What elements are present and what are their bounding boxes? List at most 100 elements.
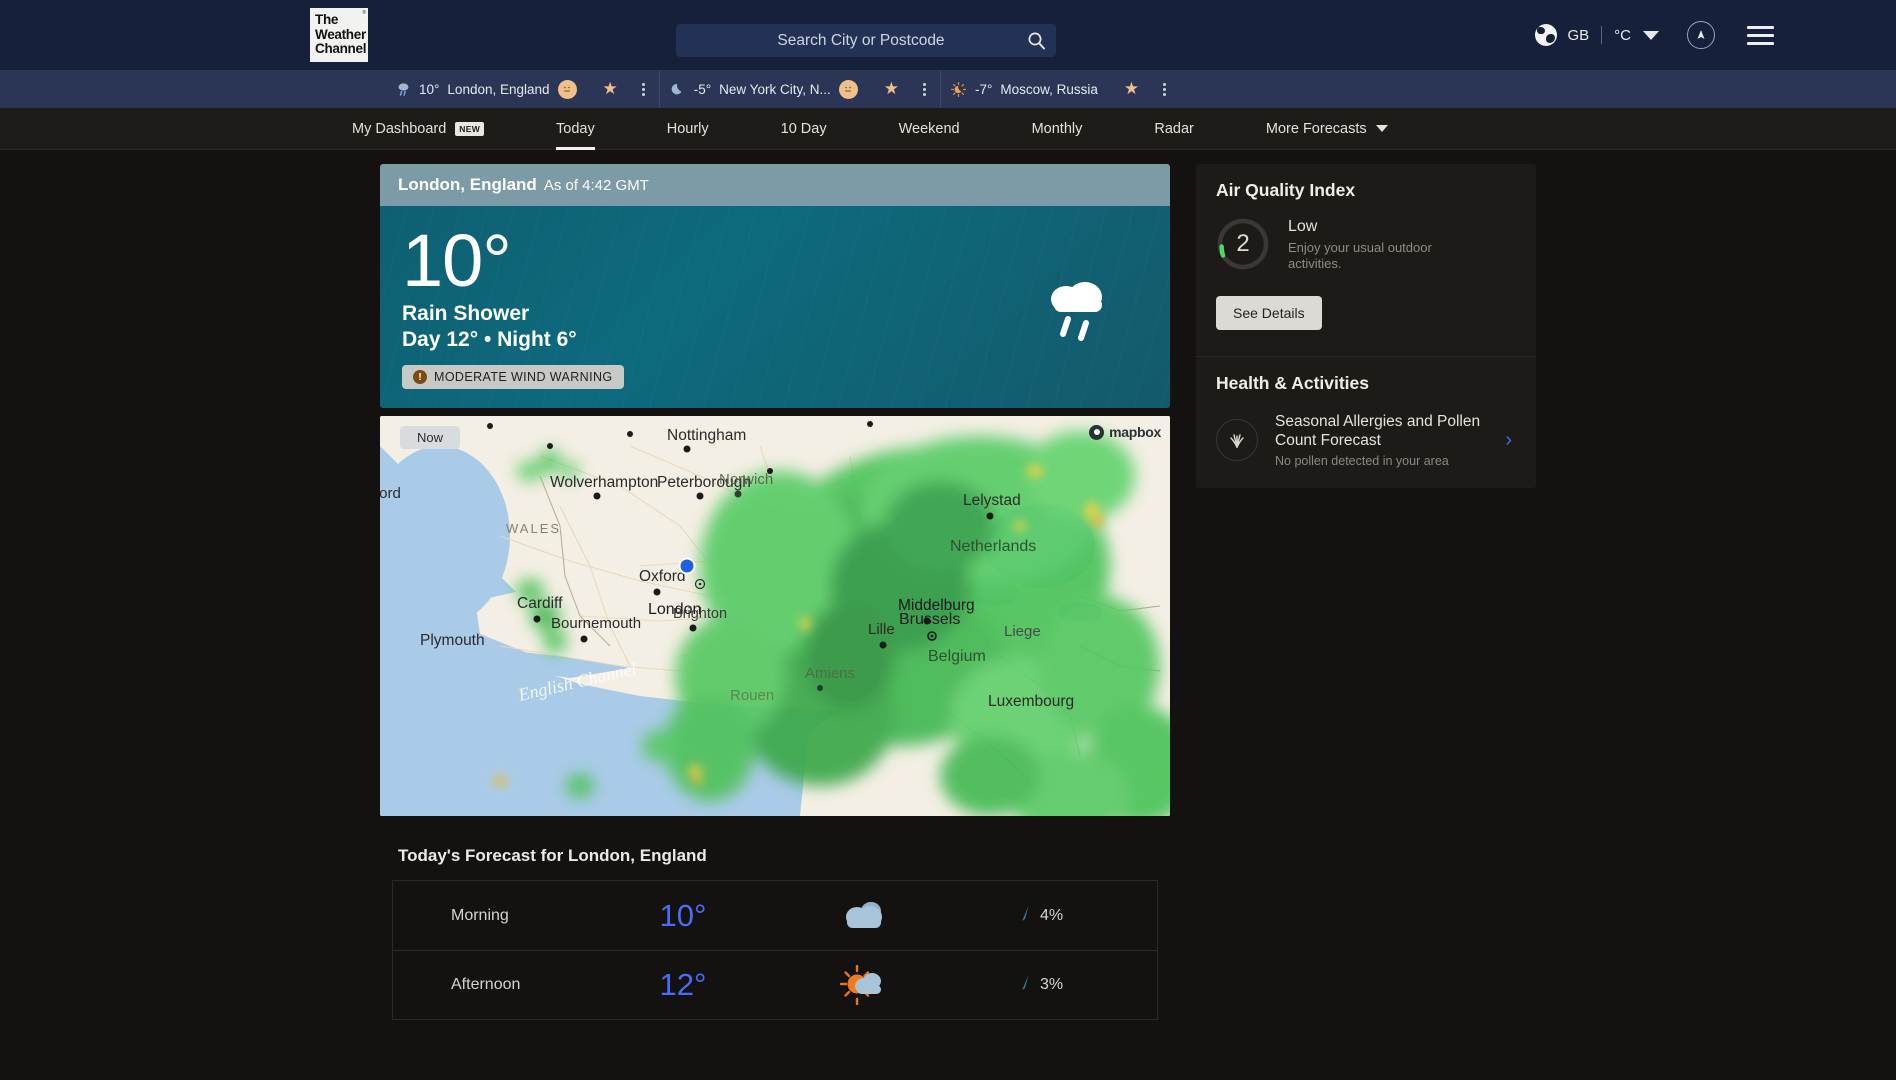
cloudy-icon — [763, 898, 963, 934]
face-icon — [838, 79, 858, 99]
chevron-down-icon — [1375, 125, 1388, 132]
tab-today[interactable]: Today — [556, 108, 595, 150]
radar-map[interactable]: Nottingham Wolverhampton Peterborough No… — [380, 416, 1170, 816]
hamburger-menu-icon[interactable] — [1747, 25, 1774, 45]
table-row[interactable]: Morning 10° 4% — [392, 880, 1158, 950]
weather-channel-logo[interactable]: ® The Weather Channel — [310, 8, 368, 62]
aqi-text-block: Low Enjoy your usual outdoor activities. — [1288, 217, 1473, 272]
svg-text:Liege: Liege — [1004, 623, 1041, 640]
tab-label: My Dashboard — [352, 120, 447, 137]
air-quality-title: Air Quality Index — [1216, 180, 1356, 200]
tab-label: Radar — [1154, 120, 1194, 137]
warning-text: MODERATE WIND WARNING — [434, 370, 613, 384]
svg-text:Amiens: Amiens — [805, 665, 855, 682]
current-conditions-header: London, England As of 4:42 GMT — [380, 164, 1170, 206]
forecast-title: Today's Forecast for London, England — [398, 846, 707, 865]
logo-line-3: Channel — [315, 41, 367, 57]
svg-text:Brussels: Brussels — [899, 611, 960, 628]
todays-forecast-section: Today's Forecast for London, England Mor… — [380, 834, 1170, 1020]
moon-icon — [670, 81, 686, 97]
chevron-right-icon[interactable]: › — [1505, 429, 1516, 452]
tab-label: Today — [556, 120, 595, 137]
table-row[interactable]: Afternoon 12° 3% — [392, 950, 1158, 1020]
tab-label: Hourly — [666, 120, 709, 137]
region-label[interactable]: GB — [1567, 27, 1589, 44]
rain-drop-icon — [395, 81, 411, 97]
main-column: London, England As of 4:42 GMT 10° Rain … — [380, 164, 1170, 1020]
search-icon[interactable] — [1016, 31, 1056, 50]
precip-drop-icon — [1021, 974, 1031, 996]
health-item-subtitle: No pollen detected in your area — [1275, 454, 1449, 468]
list-item[interactable]: Seasonal Allergies and Pollen Count Fore… — [1216, 412, 1516, 468]
city-tab-moscow[interactable]: -7° Moscow, Russia ★ — [941, 70, 1180, 108]
svg-text:Norwich: Norwich — [719, 471, 773, 488]
svg-text:Netherlands: Netherlands — [950, 538, 1036, 555]
svg-text:Bournemouth: Bournemouth — [551, 615, 641, 632]
health-activities-section: Health & Activities Seasonal Allergies a… — [1196, 357, 1536, 488]
chevron-down-icon[interactable] — [1643, 30, 1659, 40]
aqi-value: 2 — [1236, 230, 1250, 257]
tab-my-dashboard[interactable]: My Dashboard NEW — [352, 108, 485, 150]
see-details-button[interactable]: See Details — [1216, 296, 1322, 330]
new-badge: NEW — [455, 121, 485, 136]
face-icon — [557, 79, 577, 99]
search-bar[interactable] — [676, 24, 1056, 57]
avatar[interactable] — [1687, 21, 1715, 49]
city-tab-temp: -7° — [974, 81, 993, 97]
kebab-menu-icon[interactable] — [641, 82, 645, 96]
svg-text:Lille: Lille — [868, 621, 895, 638]
tab-radar[interactable]: Radar — [1154, 108, 1194, 150]
tab-monthly[interactable]: Monthly — [1032, 108, 1083, 150]
globe-icon[interactable] — [1535, 24, 1558, 46]
location-name: London, England — [398, 175, 537, 194]
city-tab-name: Moscow, Russia — [1000, 81, 1098, 97]
search-input[interactable] — [676, 31, 1016, 50]
precipitation-chance: 3% — [1021, 974, 1063, 996]
aqi-description: Enjoy your usual outdoor activities. — [1288, 240, 1432, 271]
sidebar-card: Air Quality Index 2 Low Enjoy your usual… — [1196, 164, 1536, 488]
svg-text:Nottingham: Nottingham — [667, 427, 746, 444]
city-tab-temp: -5° — [693, 81, 712, 97]
tab-weekend[interactable]: Weekend — [899, 108, 960, 150]
city-tab-name: London, England — [447, 81, 550, 97]
svg-text:Luxembourg: Luxembourg — [988, 693, 1074, 710]
tab-label: More Forecasts — [1265, 120, 1367, 137]
favorite-star-icon[interactable]: ★ — [603, 79, 618, 99]
header-controls: GB °C — [1535, 0, 1774, 70]
air-quality-readout: 2 Low Enjoy your usual outdoor activitie… — [1216, 217, 1516, 272]
city-tab-new-york[interactable]: -5° New York City, N... ★ — [660, 70, 941, 108]
precip-drop-icon — [1021, 905, 1031, 927]
tab-label: Monthly — [1031, 120, 1083, 137]
favorite-star-icon[interactable]: ★ — [884, 79, 899, 99]
forecast-table: Morning 10° 4% Afternoon 12° 3% — [392, 880, 1158, 1020]
svg-text:Oxford: Oxford — [639, 568, 686, 585]
tab-hourly[interactable]: Hourly — [667, 108, 709, 150]
logo-line-1: The — [315, 12, 339, 28]
svg-text:Rouen: Rouen — [730, 687, 774, 704]
air-quality-section: Air Quality Index 2 Low Enjoy your usual… — [1196, 164, 1536, 357]
precipitation-chance: 4% — [1021, 905, 1063, 927]
health-item-title: Seasonal Allergies and Pollen Count Fore… — [1275, 413, 1481, 449]
primary-nav: My Dashboard NEW Today Hourly 10 Day Wee… — [0, 108, 1896, 150]
kebab-menu-icon[interactable] — [1163, 82, 1167, 96]
mapbox-logo-icon[interactable]: mapbox — [1089, 424, 1161, 440]
city-tab-london[interactable]: 10° London, England ★ — [385, 70, 660, 108]
health-activities-title: Health & Activities — [1216, 373, 1370, 393]
forecast-period: Afternoon — [451, 976, 521, 993]
logo-registered-mark: ® — [362, 10, 366, 16]
alert-exclamation-icon: ! — [413, 370, 427, 384]
radar-map-canvas: Nottingham Wolverhampton Peterborough No… — [380, 416, 1170, 816]
aqi-category: Low — [1288, 218, 1318, 235]
weather-warning-badge[interactable]: ! MODERATE WIND WARNING — [402, 365, 624, 389]
favorite-star-icon[interactable]: ★ — [1124, 79, 1139, 99]
unit-label[interactable]: °C — [1614, 27, 1631, 44]
precip-value: 3% — [1040, 976, 1064, 993]
city-tabs-bar: 10° London, England ★ -5° New York City,… — [0, 70, 1896, 108]
tab-more-forecasts[interactable]: More Forecasts — [1266, 108, 1388, 150]
radar-now-badge[interactable]: Now — [400, 426, 461, 449]
tab-10-day[interactable]: 10 Day — [781, 108, 827, 150]
kebab-menu-icon[interactable] — [922, 82, 926, 96]
aqi-dial: 2 — [1216, 217, 1270, 271]
svg-text:Lelystad: Lelystad — [963, 492, 1021, 509]
svg-text:Wolverhampton: Wolverhampton — [550, 474, 658, 491]
